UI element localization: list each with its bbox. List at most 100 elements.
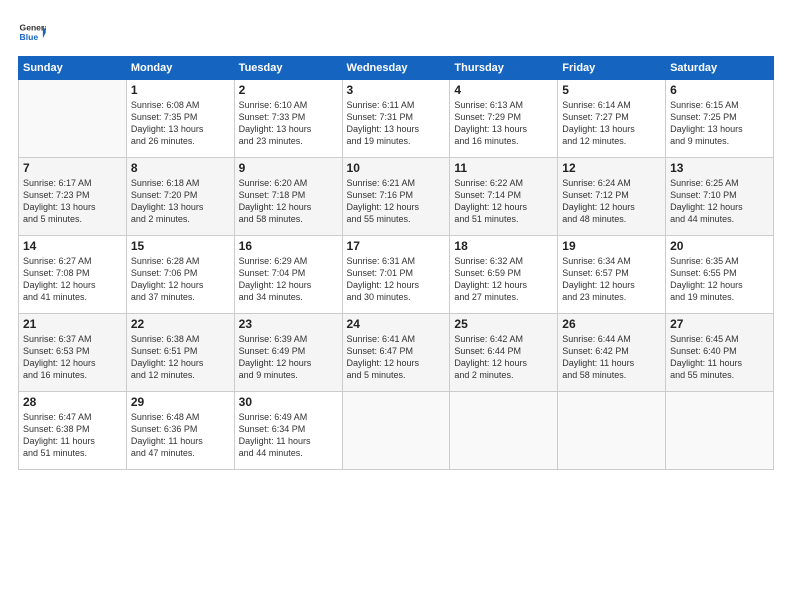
day-info: Sunrise: 6:42 AM Sunset: 6:44 PM Dayligh… [454, 333, 553, 382]
day-number: 12 [562, 161, 661, 175]
day-number: 21 [23, 317, 122, 331]
weekday-header-wednesday: Wednesday [342, 57, 450, 80]
calendar-cell: 30 Sunrise: 6:49 AM Sunset: 6:34 PM Dayli… [234, 392, 342, 470]
weekday-header-tuesday: Tuesday [234, 57, 342, 80]
day-info: Sunrise: 6:15 AM Sunset: 7:25 PM Dayligh… [670, 99, 769, 148]
day-info: Sunrise: 6:25 AM Sunset: 7:10 PM Dayligh… [670, 177, 769, 226]
calendar-cell: 11 Sunrise: 6:22 AM Sunset: 7:14 PM Dayli… [450, 158, 558, 236]
calendar-cell [450, 392, 558, 470]
calendar-cell: 21 Sunrise: 6:37 AM Sunset: 6:53 PM Dayli… [19, 314, 127, 392]
day-info: Sunrise: 6:11 AM Sunset: 7:31 PM Dayligh… [347, 99, 446, 148]
calendar-cell: 12 Sunrise: 6:24 AM Sunset: 7:12 PM Dayli… [558, 158, 666, 236]
calendar-cell: 9Sunrise: 6:20 AM Sunset: 7:18 PM Daylig… [234, 158, 342, 236]
day-info: Sunrise: 6:49 AM Sunset: 6:34 PM Dayligh… [239, 411, 338, 460]
calendar-cell: 16 Sunrise: 6:29 AM Sunset: 7:04 PM Dayli… [234, 236, 342, 314]
svg-text:General: General [20, 22, 46, 32]
day-number: 2 [239, 83, 338, 97]
day-info: Sunrise: 6:32 AM Sunset: 6:59 PM Dayligh… [454, 255, 553, 304]
calendar-cell: 23 Sunrise: 6:39 AM Sunset: 6:49 PM Dayli… [234, 314, 342, 392]
day-info: Sunrise: 6:41 AM Sunset: 6:47 PM Dayligh… [347, 333, 446, 382]
day-info: Sunrise: 6:35 AM Sunset: 6:55 PM Dayligh… [670, 255, 769, 304]
calendar-cell: 15Sunrise: 6:28 AM Sunset: 7:06 PM Dayli… [126, 236, 234, 314]
weekday-header-monday: Monday [126, 57, 234, 80]
day-number: 6 [670, 83, 769, 97]
day-info: Sunrise: 6:47 AM Sunset: 6:38 PM Dayligh… [23, 411, 122, 460]
calendar-week-row: 21 Sunrise: 6:37 AM Sunset: 6:53 PM Dayli… [19, 314, 774, 392]
calendar-cell [19, 80, 127, 158]
calendar-cell [558, 392, 666, 470]
weekday-header-saturday: Saturday [666, 57, 774, 80]
calendar: SundayMondayTuesdayWednesdayThursdayFrid… [18, 56, 774, 470]
day-info: Sunrise: 6:45 AM Sunset: 6:40 PM Dayligh… [670, 333, 769, 382]
calendar-cell [666, 392, 774, 470]
day-info: Sunrise: 6:34 AM Sunset: 6:57 PM Dayligh… [562, 255, 661, 304]
day-number: 26 [562, 317, 661, 331]
day-number: 8 [131, 161, 230, 175]
day-info: Sunrise: 6:29 AM Sunset: 7:04 PM Dayligh… [239, 255, 338, 304]
calendar-cell: 1Sunrise: 6:08 AM Sunset: 7:35 PM Daylig… [126, 80, 234, 158]
day-number: 10 [347, 161, 446, 175]
day-info: Sunrise: 6:31 AM Sunset: 7:01 PM Dayligh… [347, 255, 446, 304]
day-number: 19 [562, 239, 661, 253]
calendar-week-row: 1Sunrise: 6:08 AM Sunset: 7:35 PM Daylig… [19, 80, 774, 158]
day-number: 14 [23, 239, 122, 253]
calendar-cell: 24 Sunrise: 6:41 AM Sunset: 6:47 PM Dayli… [342, 314, 450, 392]
day-info: Sunrise: 6:27 AM Sunset: 7:08 PM Dayligh… [23, 255, 122, 304]
calendar-cell: 25 Sunrise: 6:42 AM Sunset: 6:44 PM Dayli… [450, 314, 558, 392]
calendar-cell: 10 Sunrise: 6:21 AM Sunset: 7:16 PM Dayli… [342, 158, 450, 236]
calendar-cell: 26 Sunrise: 6:44 AM Sunset: 6:42 PM Dayli… [558, 314, 666, 392]
day-number: 16 [239, 239, 338, 253]
day-info: Sunrise: 6:13 AM Sunset: 7:29 PM Dayligh… [454, 99, 553, 148]
weekday-header-row: SundayMondayTuesdayWednesdayThursdayFrid… [19, 57, 774, 80]
calendar-cell: 14 Sunrise: 6:27 AM Sunset: 7:08 PM Dayli… [19, 236, 127, 314]
day-number: 30 [239, 395, 338, 409]
weekday-header-thursday: Thursday [450, 57, 558, 80]
calendar-cell: 22Sunrise: 6:38 AM Sunset: 6:51 PM Dayli… [126, 314, 234, 392]
day-info: Sunrise: 6:08 AM Sunset: 7:35 PM Dayligh… [131, 99, 230, 148]
day-info: Sunrise: 6:44 AM Sunset: 6:42 PM Dayligh… [562, 333, 661, 382]
day-info: Sunrise: 6:37 AM Sunset: 6:53 PM Dayligh… [23, 333, 122, 382]
day-info: Sunrise: 6:17 AM Sunset: 7:23 PM Dayligh… [23, 177, 122, 226]
day-number: 15 [131, 239, 230, 253]
day-info: Sunrise: 6:14 AM Sunset: 7:27 PM Dayligh… [562, 99, 661, 148]
calendar-cell: 18 Sunrise: 6:32 AM Sunset: 6:59 PM Dayli… [450, 236, 558, 314]
day-info: Sunrise: 6:10 AM Sunset: 7:33 PM Dayligh… [239, 99, 338, 148]
calendar-cell: 29Sunrise: 6:48 AM Sunset: 6:36 PM Dayli… [126, 392, 234, 470]
calendar-cell: 5 Sunrise: 6:14 AM Sunset: 7:27 PM Daylig… [558, 80, 666, 158]
logo: General Blue [18, 18, 46, 46]
day-info: Sunrise: 6:48 AM Sunset: 6:36 PM Dayligh… [131, 411, 230, 460]
calendar-cell: 20 Sunrise: 6:35 AM Sunset: 6:55 PM Dayli… [666, 236, 774, 314]
calendar-week-row: 14 Sunrise: 6:27 AM Sunset: 7:08 PM Dayli… [19, 236, 774, 314]
day-number: 25 [454, 317, 553, 331]
day-number: 11 [454, 161, 553, 175]
day-number: 23 [239, 317, 338, 331]
calendar-cell: 4 Sunrise: 6:13 AM Sunset: 7:29 PM Daylig… [450, 80, 558, 158]
day-info: Sunrise: 6:39 AM Sunset: 6:49 PM Dayligh… [239, 333, 338, 382]
day-number: 18 [454, 239, 553, 253]
calendar-cell: 2 Sunrise: 6:10 AM Sunset: 7:33 PM Daylig… [234, 80, 342, 158]
calendar-week-row: 28 Sunrise: 6:47 AM Sunset: 6:38 PM Dayli… [19, 392, 774, 470]
calendar-cell [342, 392, 450, 470]
day-info: Sunrise: 6:24 AM Sunset: 7:12 PM Dayligh… [562, 177, 661, 226]
day-info: Sunrise: 6:38 AM Sunset: 6:51 PM Dayligh… [131, 333, 230, 382]
day-info: Sunrise: 6:21 AM Sunset: 7:16 PM Dayligh… [347, 177, 446, 226]
day-number: 9 [239, 161, 338, 175]
day-number: 28 [23, 395, 122, 409]
page: General Blue SundayMondayTuesdayWednesda… [0, 0, 792, 612]
calendar-cell: 19 Sunrise: 6:34 AM Sunset: 6:57 PM Dayli… [558, 236, 666, 314]
day-number: 17 [347, 239, 446, 253]
day-number: 5 [562, 83, 661, 97]
weekday-header-sunday: Sunday [19, 57, 127, 80]
day-number: 20 [670, 239, 769, 253]
svg-text:Blue: Blue [20, 32, 39, 42]
day-number: 3 [347, 83, 446, 97]
day-number: 24 [347, 317, 446, 331]
day-number: 13 [670, 161, 769, 175]
calendar-cell: 17 Sunrise: 6:31 AM Sunset: 7:01 PM Dayli… [342, 236, 450, 314]
calendar-cell: 28 Sunrise: 6:47 AM Sunset: 6:38 PM Dayli… [19, 392, 127, 470]
day-number: 7 [23, 161, 122, 175]
day-info: Sunrise: 6:22 AM Sunset: 7:14 PM Dayligh… [454, 177, 553, 226]
calendar-week-row: 7 Sunrise: 6:17 AM Sunset: 7:23 PM Daylig… [19, 158, 774, 236]
day-number: 4 [454, 83, 553, 97]
logo-icon: General Blue [18, 18, 46, 46]
